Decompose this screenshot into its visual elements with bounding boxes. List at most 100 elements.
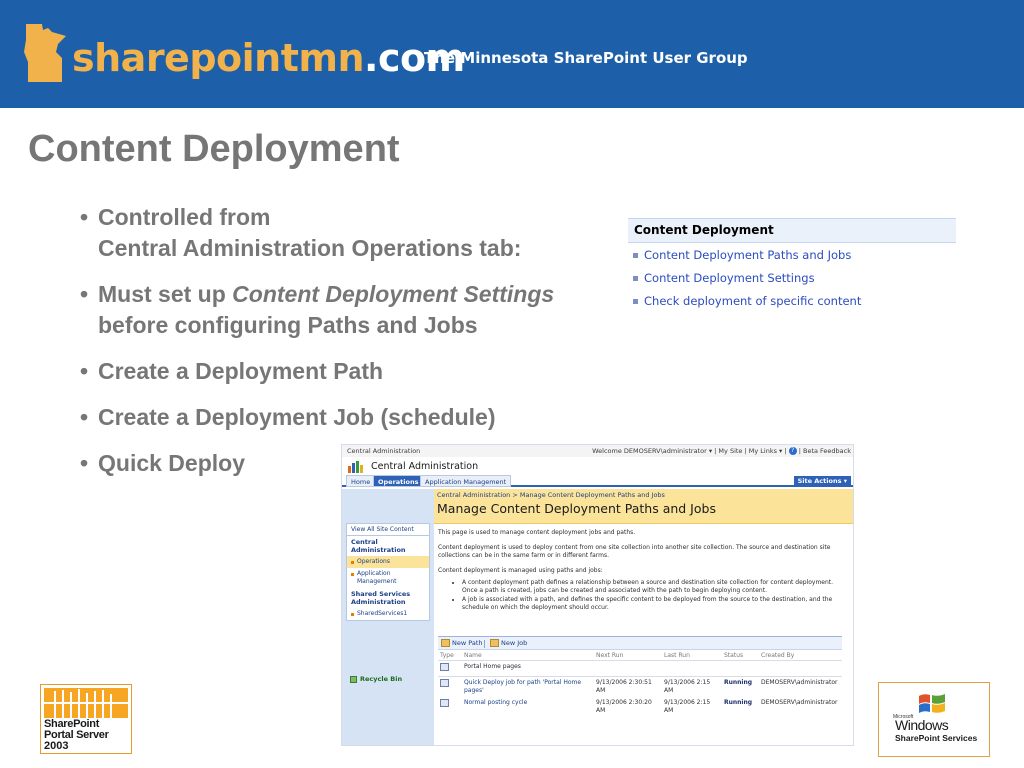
nav-item-label: SharedServices1 <box>357 610 408 617</box>
quick-launch-nav: View All Site Content Central Administra… <box>342 489 434 745</box>
path-icon <box>440 663 449 671</box>
column-header-last-run[interactable]: Last Run <box>662 651 722 661</box>
link-paths-and-jobs[interactable]: Content Deployment Paths and Jobs <box>628 245 956 266</box>
nav-item-sharedservices1[interactable]: SharedServices1 <box>347 608 429 620</box>
content-deployment-panel: Content Deployment Content Deployment Pa… <box>628 218 956 318</box>
my-site-link[interactable]: My Site <box>718 447 742 455</box>
recycle-bin-label: Recycle Bin <box>360 675 403 683</box>
bullet-square-icon <box>633 299 638 304</box>
new-job-icon <box>490 639 499 647</box>
top-bar-site-link[interactable]: Central Administration <box>347 445 420 457</box>
description-bullets: A content deployment path defines a rela… <box>462 579 848 612</box>
banner-tagline: The Minnesota SharePoint User Group <box>424 49 748 67</box>
windows-flag-icon <box>919 694 945 713</box>
bullet-text: Controlled from <box>98 204 271 230</box>
tab-application-management[interactable]: Application Management <box>420 475 512 487</box>
link-deployment-settings[interactable]: Content Deployment Settings <box>628 268 956 289</box>
next-run-cell: 9/13/2006 2:30:51 AM <box>596 679 652 694</box>
bullet-marker: • <box>80 450 89 476</box>
description-bullet: A job is associated with a path, and def… <box>462 596 848 612</box>
tab-bar: Home Operations Application Management <box>342 475 853 487</box>
bullet-marker: • <box>80 358 89 384</box>
bullet-text: before configuring Paths and Jobs <box>98 312 478 338</box>
nav-bullet-icon <box>351 573 354 576</box>
bullet-text: Quick Deploy <box>98 450 245 476</box>
created-by-cell: DEMOSERV\administrator <box>761 679 838 686</box>
beta-feedback-link[interactable]: Beta Feedback <box>803 447 851 455</box>
column-header-type[interactable]: Type <box>438 651 462 661</box>
bullet-marker: • <box>80 281 89 307</box>
bullet-emphasis: Content Deployment Settings <box>232 281 555 307</box>
nav-box: View All Site Content Central Administra… <box>346 523 430 621</box>
my-links-menu[interactable]: My Links ▾ <box>749 447 783 455</box>
nav-item-label: Operations <box>357 558 390 565</box>
site-title-row: Central Administration <box>342 457 853 475</box>
bullet-text: Central Administration Operations tab: <box>98 235 522 261</box>
minnesota-state-icon <box>24 24 66 82</box>
job-type-cell <box>438 677 462 698</box>
new-path-icon <box>441 639 450 647</box>
link-label: Content Deployment Paths and Jobs <box>644 248 852 262</box>
nav-bullet-icon <box>351 613 354 616</box>
page-title: Manage Content Deployment Paths and Jobs <box>437 501 716 516</box>
path-name-cell[interactable]: Portal Home pages <box>462 660 842 677</box>
new-job-button[interactable]: New Job <box>490 637 527 650</box>
sharepoint-portal-server-logo: SharePoint Portal Server 2003 <box>40 684 132 754</box>
column-header-name[interactable]: Name <box>462 651 594 661</box>
table-row[interactable]: Normal posting cycle 9/13/2006 2:30:20 A… <box>438 697 842 717</box>
page-description: This page is used to manage content depl… <box>438 529 848 613</box>
created-by-cell: DEMOSERV\administrator <box>761 699 838 706</box>
job-name-link[interactable]: Normal posting cycle <box>462 697 594 717</box>
column-header-status[interactable]: Status <box>722 651 759 661</box>
header-banner: sharepointmn.com The Minnesota SharePoin… <box>0 0 1024 108</box>
slide-title: Content Deployment <box>28 128 400 170</box>
view-all-site-content-link[interactable]: View All Site Content <box>347 524 429 536</box>
job-icon <box>440 699 449 707</box>
new-path-label: New Path <box>452 639 483 647</box>
bullet-square-icon <box>633 253 638 258</box>
link-label: Content Deployment Settings <box>644 271 815 285</box>
nav-item-application-management[interactable]: Application Management <box>347 568 429 588</box>
description-bullet: A content deployment path defines a rela… <box>462 579 848 595</box>
recycle-bin-icon <box>350 675 357 683</box>
site-actions-menu[interactable]: Site Actions ▾ <box>793 476 851 486</box>
top-bar-links: Welcome DEMOSERV\administrator ▾ | My Si… <box>592 447 851 455</box>
bullet-marker: • <box>80 404 89 430</box>
table-row-path[interactable]: Portal Home pages <box>438 660 842 677</box>
tab-operations[interactable]: Operations <box>373 475 424 487</box>
global-top-bar: Central Administration Welcome DEMOSERV\… <box>342 445 853 457</box>
status-cell: Running <box>724 699 753 706</box>
bullet-item: • Create a Deployment Job (schedule) <box>80 402 620 433</box>
link-check-deployment[interactable]: Check deployment of specific content <box>628 291 956 312</box>
job-name-link[interactable]: Quick Deploy job for path 'Portal Home p… <box>462 677 594 698</box>
welcome-menu[interactable]: Welcome DEMOSERV\administrator ▾ <box>592 447 712 455</box>
page-title-area: Central Administration > Manage Content … <box>434 489 853 524</box>
next-run-cell: 9/13/2006 2:30:20 AM <box>596 699 652 714</box>
column-header-created-by[interactable]: Created By <box>759 651 842 661</box>
description-paragraph: Content deployment is managed using path… <box>438 567 603 574</box>
nav-heading-central-admin[interactable]: Central Administration <box>347 536 429 556</box>
new-job-label: New Job <box>501 639 528 647</box>
column-header-next-run[interactable]: Next Run <box>594 651 662 661</box>
nav-item-operations[interactable]: Operations <box>347 556 429 568</box>
toolbar-divider <box>484 640 485 648</box>
path-type-cell <box>438 660 462 677</box>
bullet-marker: • <box>80 204 89 230</box>
tab-home[interactable]: Home <box>346 475 376 487</box>
help-icon[interactable]: ? <box>788 447 797 455</box>
windows-sharepoint-services-logo: Microsoft Windows SharePoint Services <box>878 682 990 757</box>
bullet-item: • Controlled from Central Administration… <box>80 202 620 264</box>
new-path-button[interactable]: New Path <box>441 637 483 650</box>
table-header-row: Type Name Next Run Last Run Status Creat… <box>438 651 842 661</box>
sharepoint-services-label: SharePoint Services <box>895 733 978 743</box>
last-run-cell: 9/13/2006 2:15 AM <box>664 679 711 694</box>
description-paragraph: Content deployment is used to deploy con… <box>438 544 831 559</box>
bullet-text: Create a Deployment Job (schedule) <box>98 404 496 430</box>
list-toolbar: New Path New Job <box>438 636 842 650</box>
breadcrumb[interactable]: Central Administration > Manage Content … <box>437 491 665 499</box>
recycle-bin-link[interactable]: Recycle Bin <box>350 675 402 683</box>
nav-heading-shared-services[interactable]: Shared Services Administration <box>347 588 429 608</box>
table-row[interactable]: Quick Deploy job for path 'Portal Home p… <box>438 677 842 698</box>
sharepoint-screenshot: Central Administration Welcome DEMOSERV\… <box>341 444 854 746</box>
panel-heading: Content Deployment <box>628 218 956 243</box>
